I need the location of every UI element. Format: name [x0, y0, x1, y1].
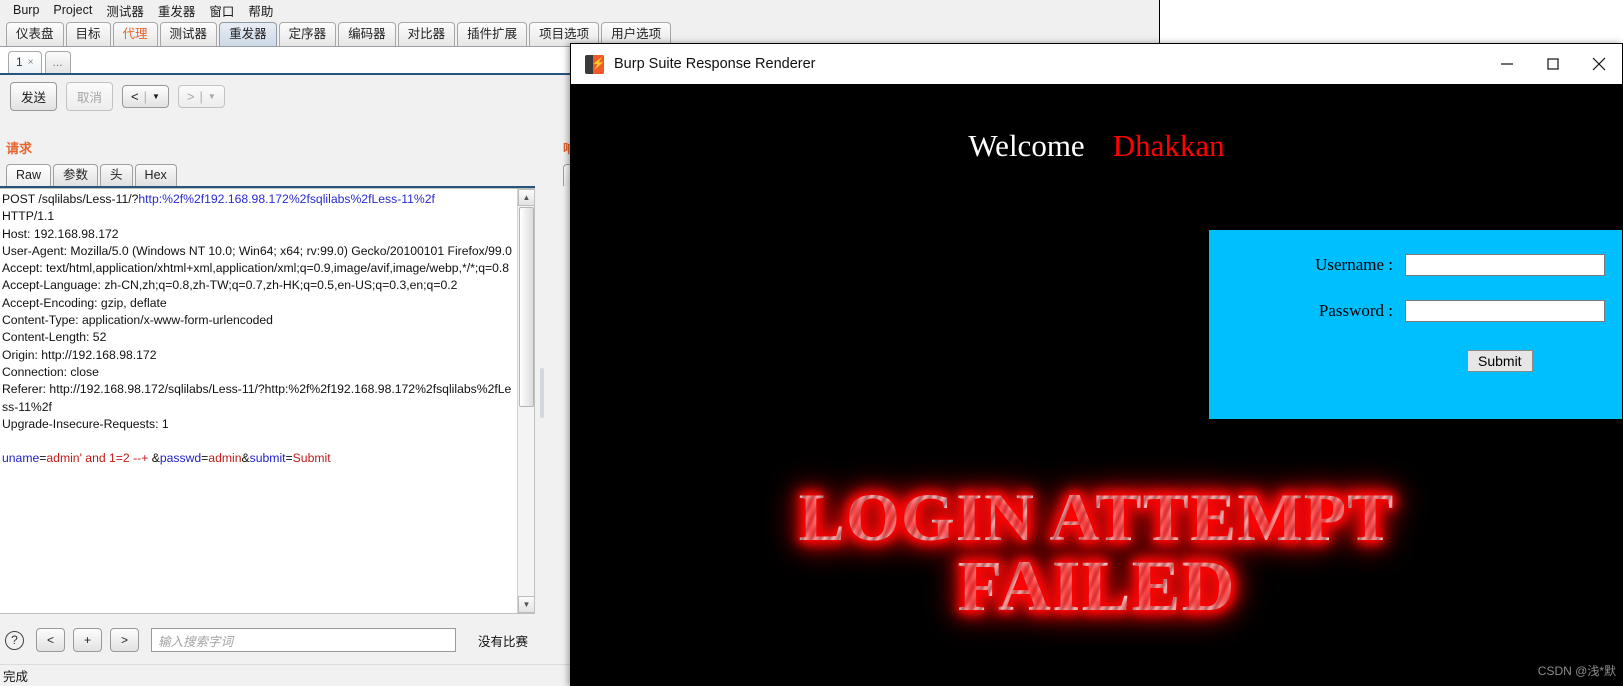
search-add-button[interactable]: + [73, 628, 102, 652]
username-row: Username : [1209, 254, 1622, 276]
username-label: Username : [1315, 255, 1393, 274]
request-tab-raw[interactable]: Raw [6, 164, 52, 186]
menu-item-intruder[interactable]: 测试器 [99, 0, 151, 22]
help-icon[interactable]: ? [5, 630, 24, 650]
login-failed-line-2: FAILED [571, 549, 1622, 621]
watermark-label: CSDN @浅*默 [1537, 664, 1616, 678]
renderer-window-title: Burp Suite Response Renderer [614, 56, 816, 72]
match-status-label: 没有比赛 [478, 634, 529, 649]
tab-proxy[interactable]: 代理 [112, 22, 158, 46]
repeater-tab-1[interactable]: 1 × [8, 51, 42, 73]
chevron-right-icon: > [186, 88, 195, 104]
menu-item-project[interactable]: Project [46, 1, 99, 19]
welcome-text: Welcome [968, 128, 1085, 163]
chevron-down-icon: ▼ [152, 91, 160, 101]
tab-target[interactable]: 目标 [65, 22, 111, 46]
username-input[interactable] [1405, 254, 1605, 276]
scroll-down-icon[interactable]: ▼ [518, 596, 534, 613]
menu-bar: Burp Project 测试器 重发器 窗口 帮助 [0, 0, 1159, 20]
close-icon[interactable]: × [28, 52, 34, 73]
submit-row: Submit [1209, 350, 1622, 372]
button-separator: | [199, 88, 203, 104]
tab-decoder[interactable]: 编码器 [338, 22, 396, 46]
scroll-up-icon[interactable]: ▲ [518, 189, 534, 206]
maximize-icon[interactable] [1530, 44, 1576, 84]
request-editor-scrollbar[interactable]: ▲ ▼ [517, 189, 534, 613]
password-label: Password : [1318, 301, 1393, 320]
tab-comparer[interactable]: 对比器 [397, 22, 456, 46]
login-form-panel: Username : Password : Submit [1209, 230, 1622, 419]
menu-item-burp[interactable]: Burp [6, 1, 46, 19]
request-tab-hex[interactable]: Hex [134, 164, 177, 186]
status-text: 完成 [3, 670, 29, 684]
window-controls [1484, 44, 1622, 84]
tab-extender[interactable]: 插件扩展 [457, 22, 528, 46]
request-raw-text[interactable]: POST /sqlilabs/Less-11/?http:%2f%2f192.1… [2, 191, 516, 468]
button-separator: | [143, 88, 148, 104]
menu-item-help[interactable]: 帮助 [241, 0, 280, 22]
login-failed-banner: LOGIN ATTEMPT FAILED [571, 483, 1622, 621]
tab-intruder[interactable]: 测试器 [159, 22, 218, 46]
splitter-grip[interactable] [540, 368, 544, 418]
repeater-tab-new[interactable]: ... [44, 51, 71, 73]
login-failed-line-1: LOGIN ATTEMPT [571, 483, 1622, 551]
search-prev-button[interactable]: < [36, 628, 65, 652]
tab-sequencer[interactable]: 定序器 [278, 22, 337, 46]
chevron-down-icon: ▼ [207, 91, 216, 101]
menu-item-repeater[interactable]: 重发器 [151, 0, 203, 22]
chevron-left-icon: < [131, 88, 139, 104]
send-button[interactable]: 发送 [10, 81, 58, 111]
password-row: Password : [1209, 300, 1622, 322]
user-name: Dhakkan [1112, 128, 1225, 163]
tab-dashboard[interactable]: 仪表盘 [6, 22, 64, 46]
history-forward-button[interactable]: > | ▼ [177, 84, 225, 108]
request-tab-params[interactable]: 参数 [53, 164, 99, 186]
rendered-response-page: Welcome Dhakkan Username : Password : Sub… [571, 86, 1622, 685]
request-view-tabs: Raw 参数 头 Hex [6, 164, 179, 186]
request-editor[interactable]: POST /sqlilabs/Less-11/?http:%2f%2f192.1… [0, 188, 535, 614]
cancel-button[interactable]: 取消 [66, 81, 114, 111]
panel-splitter[interactable] [537, 188, 547, 614]
welcome-heading: Welcome Dhakkan [571, 128, 1622, 164]
close-icon[interactable] [1576, 44, 1622, 84]
request-panel-title: 请求 [6, 141, 33, 156]
minimize-icon[interactable] [1484, 44, 1530, 84]
search-next-button[interactable]: > [110, 628, 139, 652]
burp-logo-icon: ⚡ [585, 54, 605, 74]
request-tab-headers[interactable]: 头 [100, 164, 133, 186]
search-input[interactable]: 输入搜索字词 [151, 628, 456, 652]
scrollbar-thumb[interactable] [519, 207, 534, 407]
menu-item-window[interactable]: 窗口 [202, 0, 241, 22]
response-renderer-window: ⚡ Burp Suite Response Renderer Welcome Dh… [570, 43, 1623, 686]
tab-repeater[interactable]: 重发器 [219, 22, 277, 46]
password-input[interactable] [1405, 300, 1605, 322]
repeater-tab-1-label: 1 [16, 55, 23, 69]
submit-button[interactable]: Submit [1467, 350, 1533, 372]
renderer-title-bar[interactable]: ⚡ Burp Suite Response Renderer [571, 44, 1622, 85]
history-back-button[interactable]: < | ▼ [122, 84, 169, 108]
